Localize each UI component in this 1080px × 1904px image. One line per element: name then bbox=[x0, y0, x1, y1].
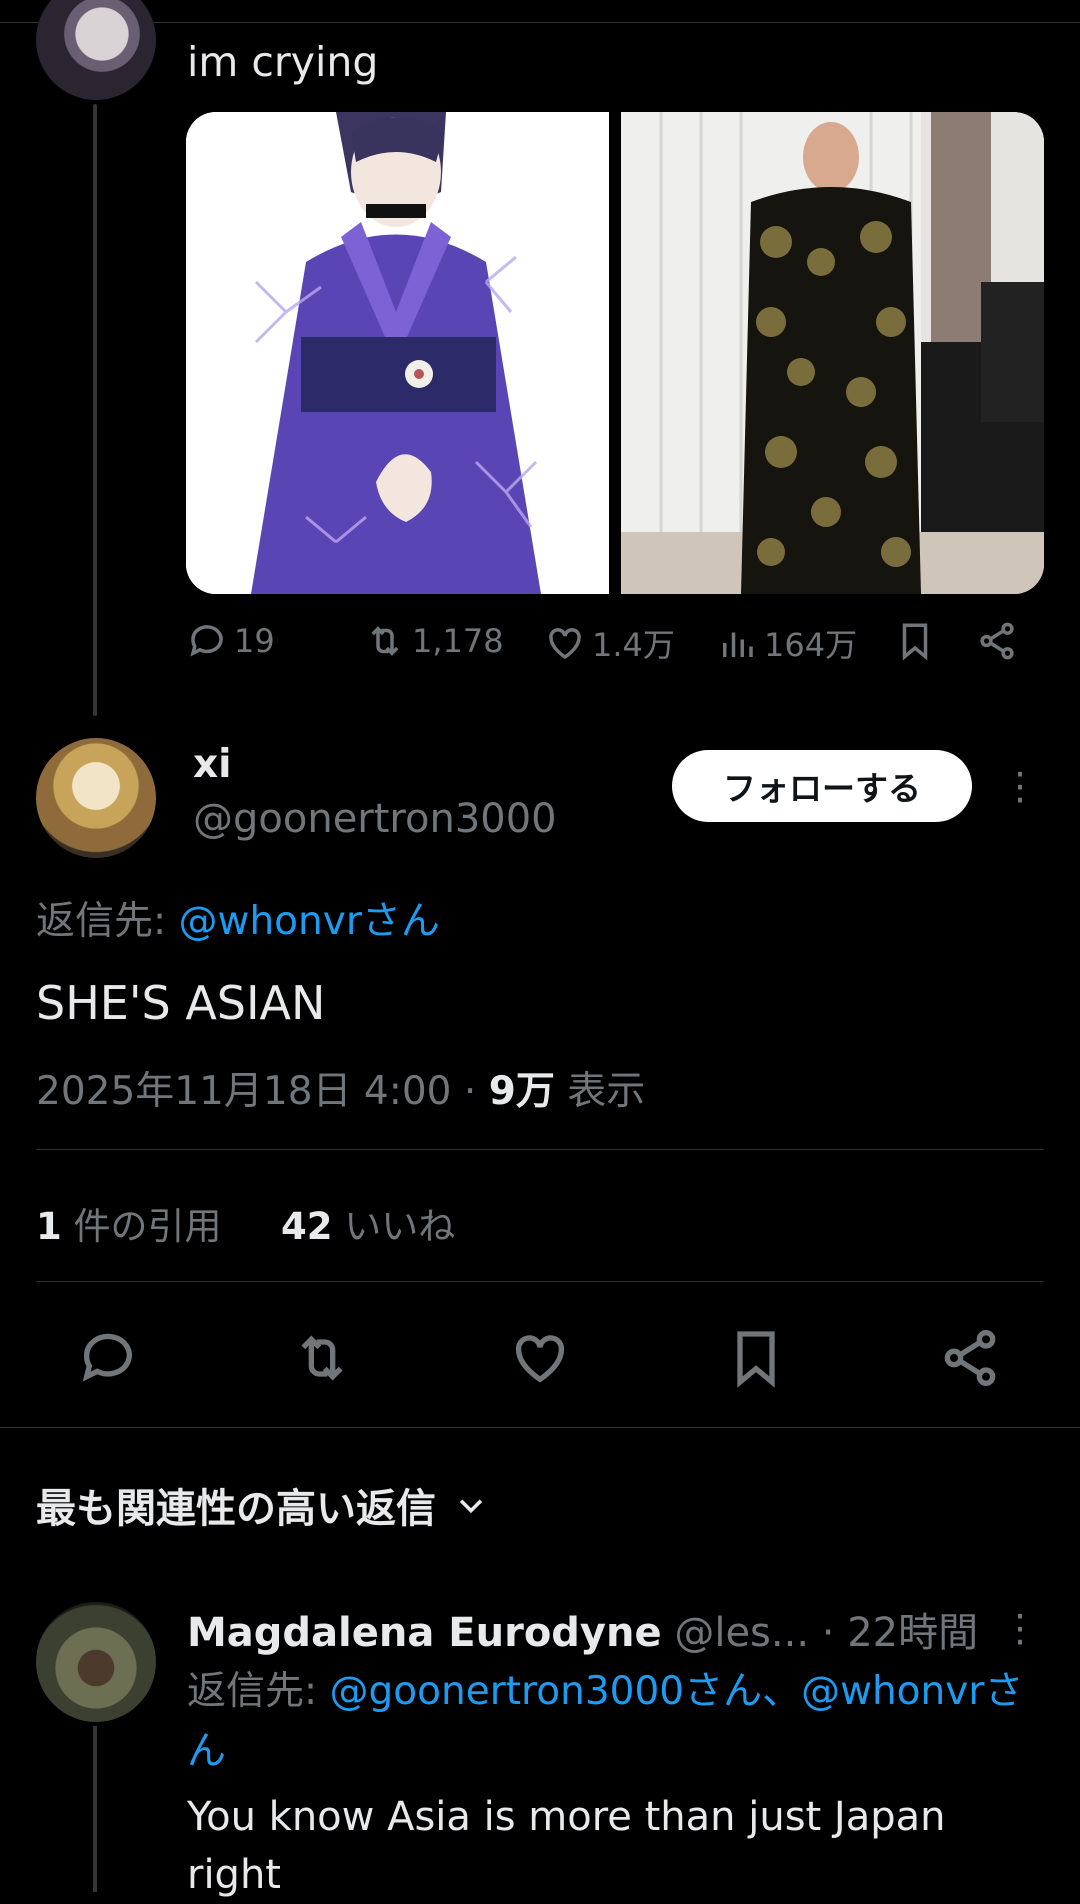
divider bbox=[36, 1281, 1044, 1282]
reply-text: You know Asia is more than just Japan ri… bbox=[187, 1794, 946, 1898]
quotes-link[interactable]: 1 件の引用 bbox=[36, 1205, 222, 1248]
parent-media-grid[interactable] bbox=[186, 112, 1044, 594]
like-button[interactable] bbox=[508, 1326, 572, 1390]
media-image-photo-robe[interactable] bbox=[621, 112, 1044, 594]
bookmark-icon bbox=[737, 1331, 775, 1388]
bookmark-icon bbox=[902, 623, 928, 661]
parent-avatar[interactable] bbox=[36, 0, 156, 100]
parent-like-button[interactable]: 1.4万 bbox=[544, 620, 675, 666]
reply-to-line: 返信先: @whonvrさん bbox=[36, 890, 440, 946]
tweet-timestamp[interactable]: 2025年11月18日 4:00 bbox=[36, 1069, 451, 1114]
reply-handle[interactable]: @les... bbox=[674, 1610, 809, 1656]
divider bbox=[0, 1427, 1080, 1428]
parent-action-bar: 19 1,178 1.4万 164万 bbox=[186, 620, 1046, 680]
anime-yukata-illustration bbox=[186, 112, 609, 594]
parent-retweet-count: 1,178 bbox=[412, 622, 504, 660]
reply-icon bbox=[190, 625, 223, 657]
reply-avatar[interactable] bbox=[36, 1602, 156, 1722]
heart-icon bbox=[515, 1335, 565, 1383]
main-tweet-text: SHE'S ASIAN bbox=[36, 976, 326, 1030]
chevron-down-icon bbox=[459, 1499, 483, 1514]
retweet-button[interactable] bbox=[290, 1326, 354, 1390]
robe-photo bbox=[621, 112, 1044, 594]
likes-link[interactable]: 42 いいね bbox=[281, 1205, 455, 1248]
parent-reply-count: 19 bbox=[234, 622, 275, 660]
reply-button[interactable] bbox=[76, 1326, 140, 1390]
reply-time[interactable]: · 22時間 bbox=[822, 1610, 978, 1656]
parent-tweet-text: im crying bbox=[187, 38, 379, 86]
heart-icon bbox=[549, 628, 581, 660]
quotes-count: 1 bbox=[36, 1205, 62, 1248]
author-handle[interactable]: @goonertron3000 bbox=[193, 796, 557, 842]
reply-header: Magdalena Eurodyne @les... · 22時間 bbox=[187, 1600, 978, 1658]
retweet-icon bbox=[301, 1335, 343, 1381]
reply-display-name[interactable]: Magdalena Eurodyne bbox=[187, 1610, 662, 1656]
share-icon bbox=[980, 622, 1014, 660]
top-divider bbox=[0, 22, 1080, 23]
parent-bookmark-button[interactable] bbox=[894, 620, 936, 662]
likes-label: いいね bbox=[332, 1205, 456, 1248]
share-icon bbox=[944, 1330, 996, 1386]
views-chart-icon bbox=[723, 632, 753, 657]
likes-count: 42 bbox=[281, 1205, 333, 1248]
reply-to-prefix: 返信先: bbox=[36, 899, 179, 944]
parent-reply-button[interactable]: 19 bbox=[186, 620, 275, 662]
tweet-meta: 2025年11月18日 4:00 · 9万 表示 bbox=[36, 1060, 645, 1116]
reply-reply-to-line: 返信先: @goonertron3000さん、@whonvrさん bbox=[187, 1662, 1047, 1782]
replies-sort-label: 最も関連性の高い返信 bbox=[36, 1486, 436, 1532]
quotes-label: 件の引用 bbox=[61, 1205, 222, 1248]
parent-like-count: 1.4万 bbox=[592, 626, 675, 664]
reply-thread-line bbox=[93, 1726, 97, 1892]
reply-reply-to-prefix: 返信先: bbox=[187, 1669, 330, 1714]
parent-retweet-button[interactable]: 1,178 bbox=[364, 620, 504, 662]
reply-more-options-icon[interactable]: ⋮ bbox=[1000, 1604, 1040, 1652]
author-avatar[interactable] bbox=[36, 738, 156, 858]
media-image-anime-yukata[interactable] bbox=[186, 112, 609, 594]
parent-share-button[interactable] bbox=[976, 620, 1018, 662]
retweet-icon bbox=[371, 626, 399, 656]
parent-view-count: 164万 bbox=[764, 626, 858, 664]
views-count: 9万 bbox=[488, 1069, 555, 1114]
author-display-name[interactable]: xi bbox=[193, 742, 232, 787]
thread-line bbox=[93, 104, 97, 716]
reply-to-user-link[interactable]: @whonvrさん bbox=[179, 899, 440, 944]
reply-icon bbox=[82, 1333, 132, 1382]
engagement-stats: 1 件の引用 42 いいね bbox=[36, 1196, 455, 1250]
divider bbox=[36, 1149, 1044, 1150]
follow-button[interactable]: フォローする bbox=[672, 750, 972, 822]
views-label: 表示 bbox=[554, 1069, 646, 1114]
share-button[interactable] bbox=[938, 1326, 1002, 1390]
bookmark-button[interactable] bbox=[724, 1326, 788, 1390]
replies-sort-dropdown[interactable]: 最も関連性の高い返信 bbox=[36, 1476, 488, 1534]
parent-views-button[interactable]: 164万 bbox=[716, 620, 857, 666]
meta-separator: · bbox=[451, 1069, 489, 1114]
more-options-icon[interactable]: ⋮ bbox=[1000, 762, 1040, 810]
